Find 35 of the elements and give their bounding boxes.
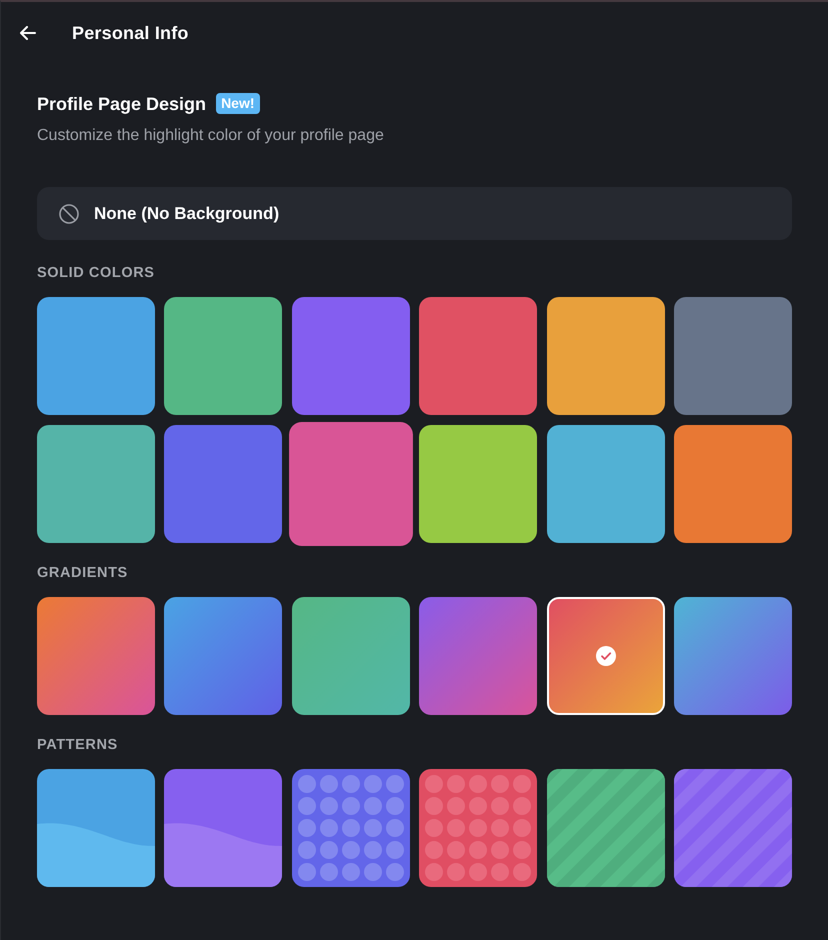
group-label: GRADIENTS xyxy=(37,564,129,582)
color-swatch[interactable] xyxy=(164,297,282,416)
back-arrow-icon[interactable] xyxy=(20,26,36,40)
color-swatch[interactable] xyxy=(419,297,538,416)
color-swatch[interactable] xyxy=(674,297,792,416)
gradient-swatch[interactable] xyxy=(674,597,792,716)
color-swatch[interactable] xyxy=(546,297,665,415)
gradient-swatch[interactable] xyxy=(37,597,155,716)
pattern-swatch[interactable] xyxy=(292,769,410,888)
section-subtitle: Customize the highlight color of your profile page xyxy=(37,126,385,146)
gradient-swatch[interactable] xyxy=(419,597,538,716)
check-icon xyxy=(596,646,616,666)
group-label: PATTERNS xyxy=(37,736,119,754)
ban-icon xyxy=(59,204,79,224)
color-swatch[interactable] xyxy=(37,425,155,544)
pattern-swatch[interactable] xyxy=(37,769,155,888)
pattern-swatch[interactable] xyxy=(419,769,538,888)
color-swatch[interactable] xyxy=(419,425,538,544)
color-swatch[interactable] xyxy=(37,297,155,415)
color-swatch[interactable] xyxy=(288,422,413,546)
no-background-option[interactable]: None (No Background) xyxy=(37,187,792,240)
page-title: Personal Info xyxy=(72,22,189,44)
color-swatch[interactable] xyxy=(292,297,410,415)
pattern-swatch[interactable] xyxy=(164,769,282,888)
gradient-swatch[interactable] xyxy=(164,597,282,716)
color-swatch[interactable] xyxy=(546,425,665,544)
new-badge: New! xyxy=(216,92,260,114)
pattern-swatch[interactable] xyxy=(546,769,665,888)
color-swatch[interactable] xyxy=(164,425,282,544)
color-swatch[interactable] xyxy=(674,425,792,544)
section-title: Profile Page Design xyxy=(37,94,206,114)
gradient-swatch[interactable] xyxy=(546,597,665,716)
pattern-swatch[interactable] xyxy=(674,769,792,888)
gradient-swatch[interactable] xyxy=(292,597,410,716)
group-label: SOLID COLORS xyxy=(37,264,156,282)
